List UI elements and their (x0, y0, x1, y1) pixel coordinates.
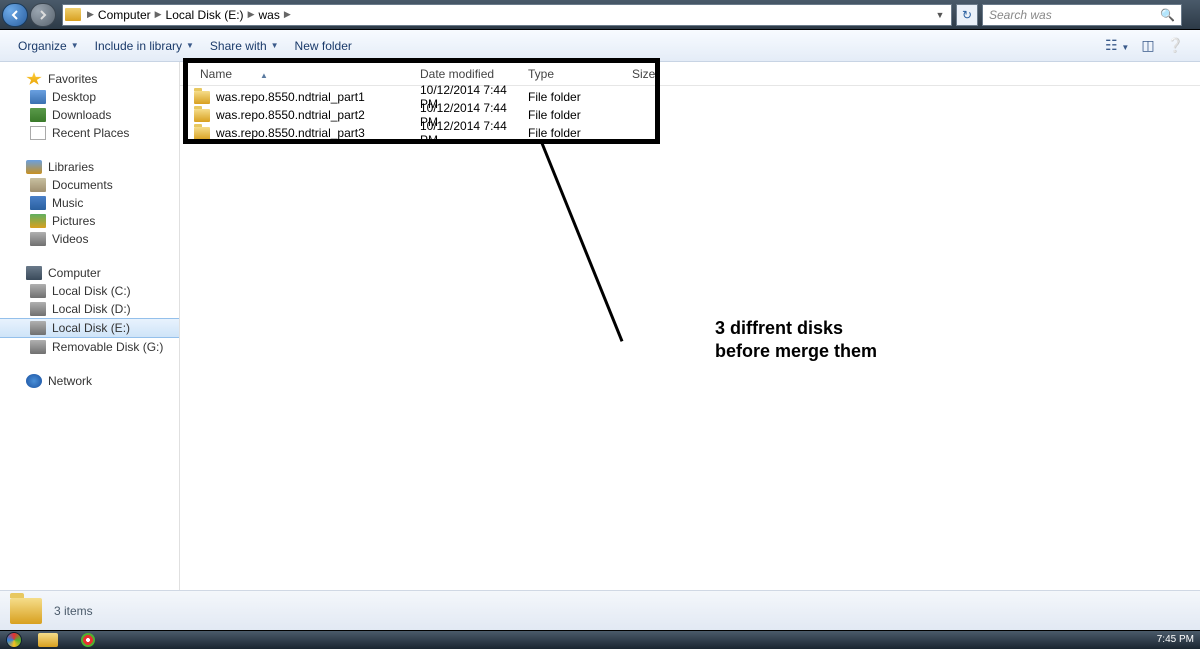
pictures-icon (30, 214, 46, 228)
recent-icon (30, 126, 46, 140)
annotation-line (540, 141, 623, 341)
desktop-icon (30, 90, 46, 104)
sidebar-recent-places[interactable]: Recent Places (0, 124, 179, 142)
share-with-button[interactable]: Share with▼ (202, 35, 287, 57)
column-name[interactable]: Name▲ (180, 67, 412, 81)
videos-icon (30, 232, 46, 246)
column-date[interactable]: Date modified (412, 67, 520, 81)
search-placeholder: Search was (989, 8, 1052, 22)
sidebar-videos[interactable]: Videos (0, 230, 179, 248)
file-type: File folder (520, 108, 624, 122)
file-view: Name▲ Date modified Type Size was.repo.8… (180, 62, 1200, 590)
chevron-down-icon: ▼ (71, 41, 79, 50)
file-row[interactable]: was.repo.8550.ndtrial_part3 10/12/2014 7… (180, 124, 1200, 142)
navigation-pane: Favorites Desktop Downloads Recent Place… (0, 62, 180, 590)
file-name: was.repo.8550.ndtrial_part2 (216, 108, 365, 122)
sort-asc-icon: ▲ (260, 71, 268, 80)
search-icon: 🔍 (1160, 8, 1175, 22)
file-name: was.repo.8550.ndtrial_part1 (216, 90, 365, 104)
sidebar-favorites[interactable]: Favorites (0, 70, 179, 88)
nav-forward-button[interactable] (30, 3, 56, 27)
folder-icon (65, 8, 81, 21)
sidebar-disk-d[interactable]: Local Disk (D:) (0, 300, 179, 318)
chevron-down-icon: ▼ (186, 41, 194, 50)
computer-icon (26, 266, 42, 280)
libraries-icon (26, 160, 42, 174)
disk-icon (30, 284, 46, 298)
file-row[interactable]: was.repo.8550.ndtrial_part2 10/12/2014 7… (180, 106, 1200, 124)
explorer-icon (38, 633, 58, 647)
address-bar[interactable]: ▶ Computer ▶ Local Disk (E:) ▶ was ▶ ▼ (62, 4, 952, 26)
nav-back-button[interactable] (2, 3, 28, 27)
music-icon (30, 196, 46, 210)
chevron-right-icon[interactable]: ▶ (248, 9, 255, 20)
search-input[interactable]: Search was 🔍 (982, 4, 1182, 26)
address-dropdown-icon[interactable]: ▼ (931, 10, 949, 20)
file-type: File folder (520, 90, 624, 104)
refresh-button[interactable]: ↻ (956, 4, 978, 26)
folder-icon (194, 109, 210, 122)
downloads-icon (30, 108, 46, 122)
file-list: was.repo.8550.ndtrial_part1 10/12/2014 7… (180, 86, 1200, 144)
column-size[interactable]: Size (624, 67, 694, 81)
column-headers: Name▲ Date modified Type Size (180, 62, 1200, 86)
sidebar-libraries[interactable]: Libraries (0, 158, 179, 176)
disk-icon (30, 340, 46, 354)
status-text: 3 items (54, 604, 93, 618)
toolbar: Organize▼ Include in library▼ Share with… (0, 30, 1200, 62)
chevron-right-icon[interactable]: ▶ (284, 9, 291, 20)
disk-icon (30, 302, 46, 316)
chevron-right-icon[interactable]: ▶ (87, 9, 94, 20)
annotation-text: 3 diffrent disks before merge them (715, 317, 877, 364)
chevron-right-icon[interactable]: ▶ (155, 9, 162, 20)
sidebar-network[interactable]: Network (0, 372, 179, 390)
chrome-icon (81, 633, 95, 647)
folder-icon (10, 598, 42, 624)
help-button[interactable]: ❔ (1161, 33, 1190, 58)
new-folder-button[interactable]: New folder (287, 35, 360, 57)
sidebar-music[interactable]: Music (0, 194, 179, 212)
breadcrumb-computer[interactable]: Computer (94, 8, 155, 22)
folder-icon (194, 127, 210, 140)
file-type: File folder (520, 126, 624, 140)
taskbar: 7:45 PM (0, 630, 1200, 649)
status-bar: 3 items (0, 590, 1200, 630)
sidebar-computer[interactable]: Computer (0, 264, 179, 282)
column-type[interactable]: Type (520, 67, 624, 81)
file-row[interactable]: was.repo.8550.ndtrial_part1 10/12/2014 7… (180, 88, 1200, 106)
taskbar-explorer[interactable] (28, 631, 68, 650)
windows-logo-icon (6, 632, 22, 648)
start-button[interactable] (0, 631, 28, 650)
titlebar: ▶ Computer ▶ Local Disk (E:) ▶ was ▶ ▼ ↻… (0, 0, 1200, 30)
taskbar-chrome[interactable] (68, 631, 108, 650)
include-in-library-button[interactable]: Include in library▼ (87, 35, 202, 57)
chevron-down-icon: ▼ (271, 41, 279, 50)
sidebar-disk-c[interactable]: Local Disk (C:) (0, 282, 179, 300)
file-date: 10/12/2014 7:44 PM (412, 119, 520, 147)
disk-icon (30, 321, 46, 335)
organize-button[interactable]: Organize▼ (10, 35, 87, 57)
breadcrumb-drive[interactable]: Local Disk (E:) (162, 8, 248, 22)
folder-icon (194, 91, 210, 104)
file-name: was.repo.8550.ndtrial_part3 (216, 126, 365, 140)
sidebar-documents[interactable]: Documents (0, 176, 179, 194)
breadcrumb-folder[interactable]: was (254, 8, 283, 22)
documents-icon (30, 178, 46, 192)
view-options-button[interactable]: ☷ ▼ (1099, 33, 1135, 58)
taskbar-clock[interactable]: 7:45 PM (1151, 635, 1200, 645)
preview-pane-button[interactable]: ◫ (1135, 33, 1160, 58)
sidebar-disk-g[interactable]: Removable Disk (G:) (0, 338, 179, 356)
sidebar-desktop[interactable]: Desktop (0, 88, 179, 106)
sidebar-disk-e[interactable]: Local Disk (E:) (0, 318, 179, 338)
main-area: Favorites Desktop Downloads Recent Place… (0, 62, 1200, 590)
sidebar-downloads[interactable]: Downloads (0, 106, 179, 124)
sidebar-pictures[interactable]: Pictures (0, 212, 179, 230)
network-icon (26, 374, 42, 388)
star-icon (26, 72, 42, 86)
